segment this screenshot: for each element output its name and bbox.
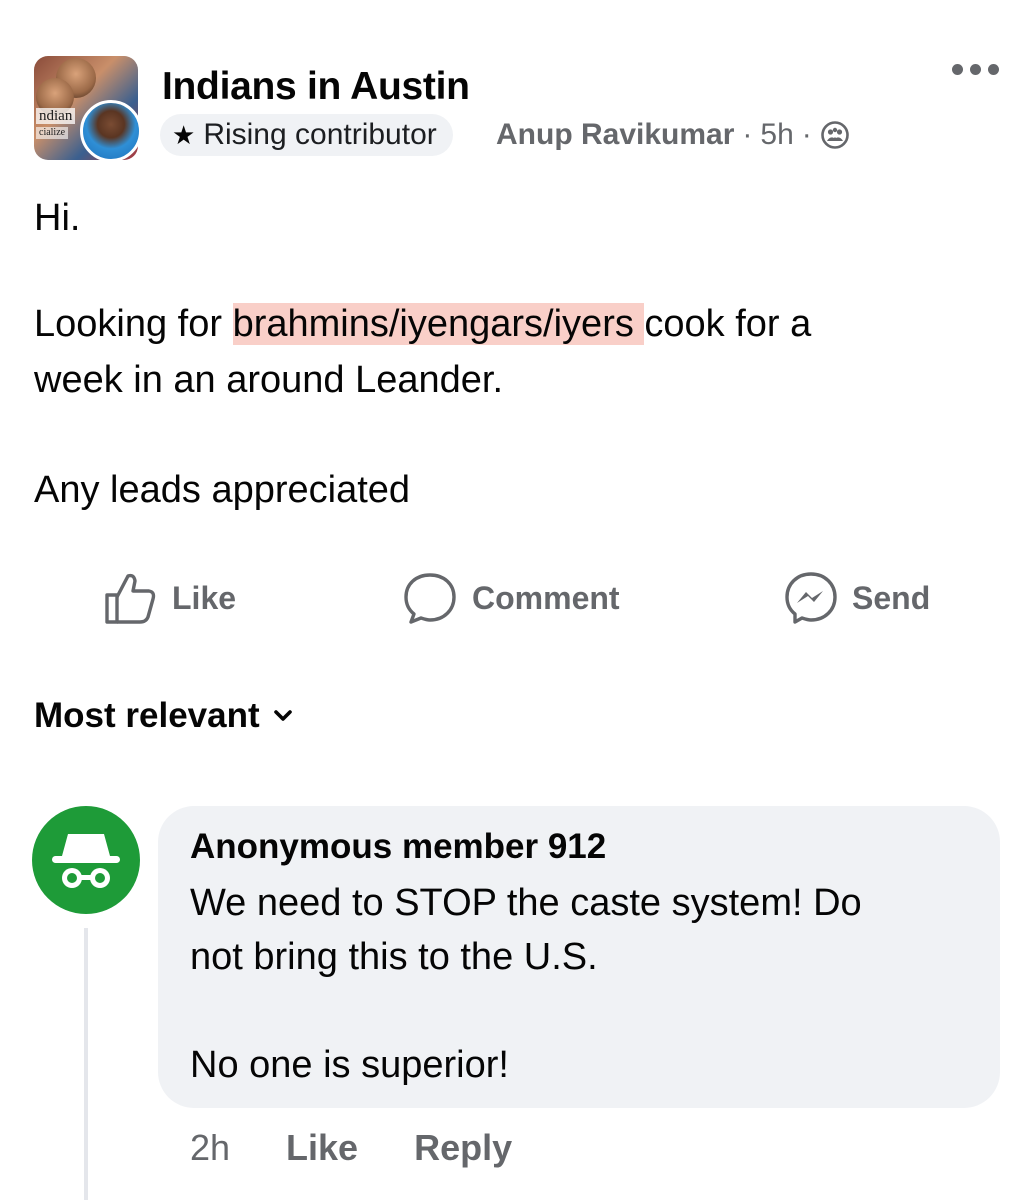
author-name[interactable]: Anup Ravikumar xyxy=(496,118,734,152)
post-text-location: week in an around Leander. xyxy=(34,359,504,401)
chevron-down-icon xyxy=(273,710,292,721)
comments-sort-dropdown[interactable]: Most relevant xyxy=(34,692,292,740)
comment-text: We need to STOP the caste system! Do not… xyxy=(190,876,970,1092)
comment-like-button[interactable]: Like xyxy=(286,1120,358,1176)
comment-line: No one is superior! xyxy=(190,1044,509,1086)
comment-button[interactable]: Comment xyxy=(402,566,620,630)
send-label: Send xyxy=(852,579,931,616)
star-icon: ★ xyxy=(172,120,196,150)
messenger-icon xyxy=(785,572,837,624)
group-logo-text: ndian xyxy=(36,108,76,124)
incognito-icon xyxy=(52,834,120,888)
badge-label: Rising contributor xyxy=(203,118,437,151)
post-text-part: cook for a xyxy=(644,303,812,345)
group-name[interactable]: Indians in Austin xyxy=(162,62,470,112)
comment-time[interactable]: 2h xyxy=(190,1120,230,1176)
group-logo-subtext: cialize xyxy=(36,127,69,139)
reply-thread-line xyxy=(84,928,88,1200)
more-options-icon[interactable] xyxy=(952,64,999,75)
rising-contributor-badge: ★ Rising contributor xyxy=(160,114,453,156)
comment-reply-button[interactable]: Reply xyxy=(414,1120,512,1176)
comment-line: not bring this to the U.S. xyxy=(190,936,598,978)
post-text-greeting: Hi. xyxy=(34,197,81,239)
group-audience-icon xyxy=(820,121,849,149)
sort-label: Most relevant xyxy=(34,696,260,735)
post-text-closing: Any leads appreciated xyxy=(34,469,411,511)
comment-actions: 2h Like Reply xyxy=(190,1120,512,1176)
comment-line: We need to STOP the caste system! Do xyxy=(190,882,862,924)
comment-label: Comment xyxy=(472,579,620,616)
post-text-part: Looking for xyxy=(34,303,233,345)
post-time[interactable]: 5h xyxy=(760,118,793,152)
anonymous-avatar[interactable] xyxy=(32,806,140,914)
meta-separator: · xyxy=(801,118,812,151)
post-meta: Anup Ravikumar · 5h · xyxy=(496,112,850,158)
highlighted-text: brahmins/iyengars/iyers xyxy=(232,303,645,345)
comment-icon xyxy=(404,573,456,624)
post-text-request: Looking for brahmins/iyengars/iyers cook… xyxy=(34,296,994,352)
like-label: Like xyxy=(172,579,237,616)
author-avatar[interactable] xyxy=(80,100,142,162)
comment-author[interactable]: Anonymous member 912 xyxy=(190,824,606,870)
like-button[interactable]: Like xyxy=(104,566,236,630)
meta-separator: · xyxy=(742,118,753,151)
thumbs-up-icon xyxy=(105,573,156,624)
send-button[interactable]: Send xyxy=(784,566,930,630)
